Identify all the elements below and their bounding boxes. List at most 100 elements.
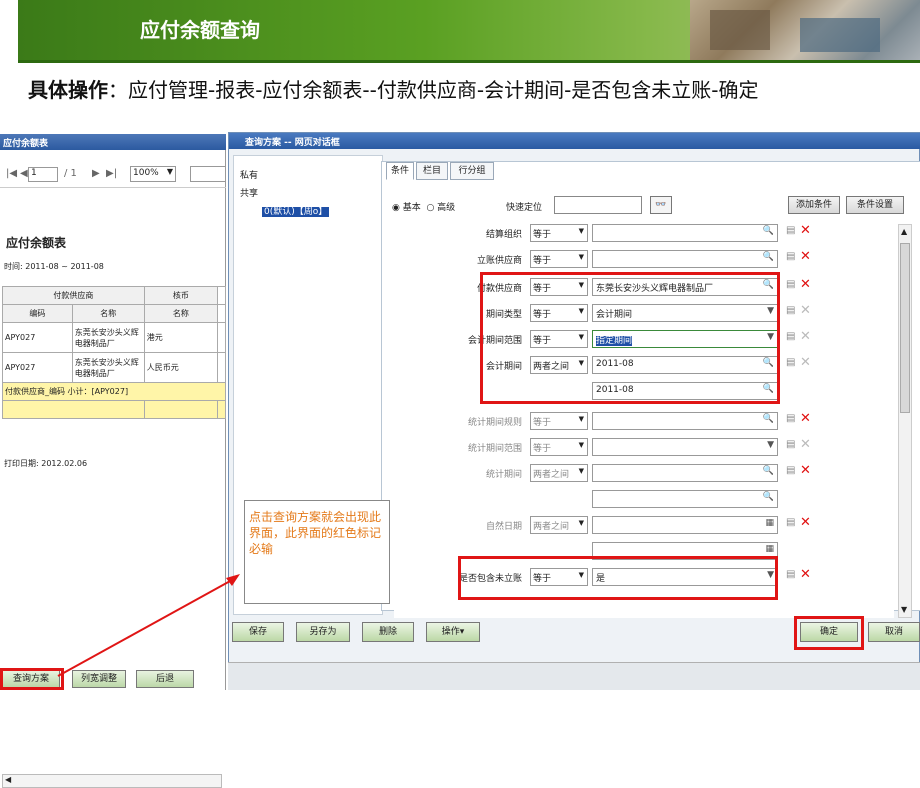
operator-select[interactable]: 两者之间 ▼	[530, 464, 588, 482]
remove-condition-icon[interactable]: ✕	[800, 277, 811, 292]
radio-advanced[interactable]: ○ 高级	[426, 203, 455, 213]
vertical-scrollbar[interactable]: ▲ ▼	[898, 224, 912, 618]
remove-condition-icon[interactable]: ✕	[800, 515, 811, 530]
banner-divider	[18, 60, 920, 63]
condition-label: 统计期间	[485, 470, 522, 480]
col-currency-name: 名称	[143, 304, 219, 323]
page-number-input[interactable]: 1	[28, 167, 58, 182]
edit-icon[interactable]: ▤	[786, 305, 795, 316]
edit-icon[interactable]: ▤	[786, 225, 795, 236]
operator-select[interactable]: 等于 ▼	[530, 250, 588, 268]
col-code: 编码	[2, 304, 73, 323]
remove-condition-icon[interactable]: ✕	[800, 303, 811, 318]
operator-select[interactable]: 等于 ▼	[530, 224, 588, 242]
first-page-icon[interactable]: |◀	[6, 168, 17, 179]
tab-conditions[interactable]: 条件	[386, 162, 414, 180]
remove-condition-icon[interactable]: ✕	[800, 437, 811, 452]
remove-condition-icon[interactable]: ✕	[800, 223, 811, 238]
scroll-thumb[interactable]	[900, 243, 910, 413]
edit-icon[interactable]: ▤	[786, 413, 795, 424]
col-name: 名称	[71, 304, 145, 323]
add-condition-button[interactable]: 添加条件	[788, 196, 840, 214]
condition-settings-button[interactable]: 条件设置	[846, 196, 904, 214]
locate-input[interactable]	[554, 196, 642, 214]
lookup-icon[interactable]: ▦	[765, 544, 774, 554]
edit-icon[interactable]: ▤	[786, 517, 795, 528]
chevron-down-icon: ▼	[578, 227, 584, 235]
banner-title: 应付余额查询	[140, 18, 260, 42]
operations-button[interactable]: 操作▾	[426, 622, 480, 642]
tree-default-scheme[interactable]: 0(默认)【周o】	[262, 204, 330, 217]
save-button[interactable]: 保存	[232, 622, 284, 642]
callout-note: 点击查询方案就会出现此界面，此界面的红色标记必输	[244, 500, 390, 604]
condition-value-input[interactable]: 🔍	[592, 224, 778, 242]
condition-value-input[interactable]: ▼	[592, 438, 778, 456]
edit-icon[interactable]: ▤	[786, 357, 795, 368]
edit-icon[interactable]: ▤	[786, 279, 795, 290]
operator-select[interactable]: 等于 ▼	[530, 438, 588, 456]
cancel-button[interactable]: 取消	[868, 622, 920, 642]
condition-value-input[interactable]: 🔍	[592, 464, 778, 482]
radio-basic[interactable]: ◉ 基本	[392, 203, 421, 213]
remove-condition-icon[interactable]: ✕	[800, 355, 811, 370]
ok-button[interactable]: 确定	[800, 622, 858, 642]
operator-select[interactable]: 两者之间 ▼	[530, 516, 588, 534]
condition-value-input[interactable]: 🔍	[592, 250, 778, 268]
remove-condition-icon[interactable]: ✕	[800, 567, 811, 582]
table-row: APY027 东莞长安沙头义辉电器制品厂 人民币元	[2, 352, 226, 383]
operator-value: 等于	[533, 418, 552, 428]
condition-row: 统计期间范围 等于 ▼ ▼ ▤ ✕	[394, 436, 894, 460]
condition-label: 立账供应商	[476, 256, 522, 266]
lookup-icon[interactable]: 🔍	[763, 226, 774, 236]
condition-label: 结算组织	[485, 230, 522, 240]
operator-select[interactable]: 等于 ▼	[530, 412, 588, 430]
edit-icon[interactable]: ▤	[786, 251, 795, 262]
locate-label: 快速定位	[506, 203, 543, 213]
condition-value-input[interactable]: 🔍	[592, 412, 778, 430]
prev-page-icon[interactable]: ◀	[20, 168, 28, 179]
lookup-icon[interactable]: ▼	[767, 440, 774, 450]
subtotal-row: 付款供应商_编码 小计：[APY027]	[2, 382, 226, 401]
edit-icon[interactable]: ▤	[786, 569, 795, 580]
tab-rowgroup[interactable]: 行分组	[450, 162, 494, 180]
remove-condition-icon[interactable]: ✕	[800, 411, 811, 426]
delete-button[interactable]: 删除	[362, 622, 414, 642]
operator-value: 两者之间	[533, 522, 570, 532]
arrow-annotation	[57, 574, 240, 677]
lookup-icon[interactable]: 🔍	[763, 492, 774, 502]
operator-value: 等于	[533, 256, 552, 266]
arrow-line	[57, 579, 233, 677]
report-table: 付款供应商 核币 编码 名称 名称 APY027 东莞长安沙头义辉电器制品厂 港元 APY…	[2, 286, 226, 419]
binoculars-icon[interactable]: 👓	[650, 196, 672, 214]
instruction-bold: 具体操作	[28, 78, 108, 102]
zoom-select[interactable]: 100% ▼	[130, 166, 176, 182]
tree-shared[interactable]: 共享	[240, 186, 258, 199]
lookup-icon[interactable]: 🔍	[763, 414, 774, 424]
last-page-icon[interactable]: ▶|	[106, 168, 117, 179]
condition-label: 统计期间规则	[467, 418, 522, 428]
remove-condition-icon[interactable]: ✕	[800, 249, 811, 264]
lookup-icon[interactable]: ▦	[765, 518, 774, 528]
remove-condition-icon[interactable]: ✕	[800, 329, 811, 344]
scroll-left-icon[interactable]: ◀	[5, 775, 11, 784]
lookup-icon[interactable]: 🔍	[763, 252, 774, 262]
condition-value-input[interactable]: ▦	[592, 516, 778, 534]
toolbar-input[interactable]	[190, 166, 226, 182]
edit-icon[interactable]: ▤	[786, 331, 795, 342]
edit-icon[interactable]: ▤	[786, 439, 795, 450]
tree-private[interactable]: 私有	[240, 168, 258, 181]
edit-icon[interactable]: ▤	[786, 465, 795, 476]
scroll-down-icon[interactable]: ▼	[901, 605, 907, 614]
scroll-up-icon[interactable]: ▲	[901, 227, 907, 236]
remove-condition-icon[interactable]: ✕	[800, 463, 811, 478]
condition-row: 结算组织 等于 ▼ 🔍 ▤ ✕	[394, 222, 894, 246]
table-row: APY027 东莞长安沙头义辉电器制品厂 港元	[2, 322, 226, 353]
save-as-button[interactable]: 另存为	[296, 622, 350, 642]
tab-columns[interactable]: 栏目	[416, 162, 448, 180]
next-page-icon[interactable]: ▶	[92, 168, 100, 179]
chevron-down-icon: ▼	[166, 167, 173, 176]
horizontal-scrollbar[interactable]: ◀	[2, 774, 222, 788]
condition-value-input[interactable]: 🔍	[592, 490, 778, 508]
header-supplier: 付款供应商	[2, 286, 145, 305]
lookup-icon[interactable]: 🔍	[763, 466, 774, 476]
